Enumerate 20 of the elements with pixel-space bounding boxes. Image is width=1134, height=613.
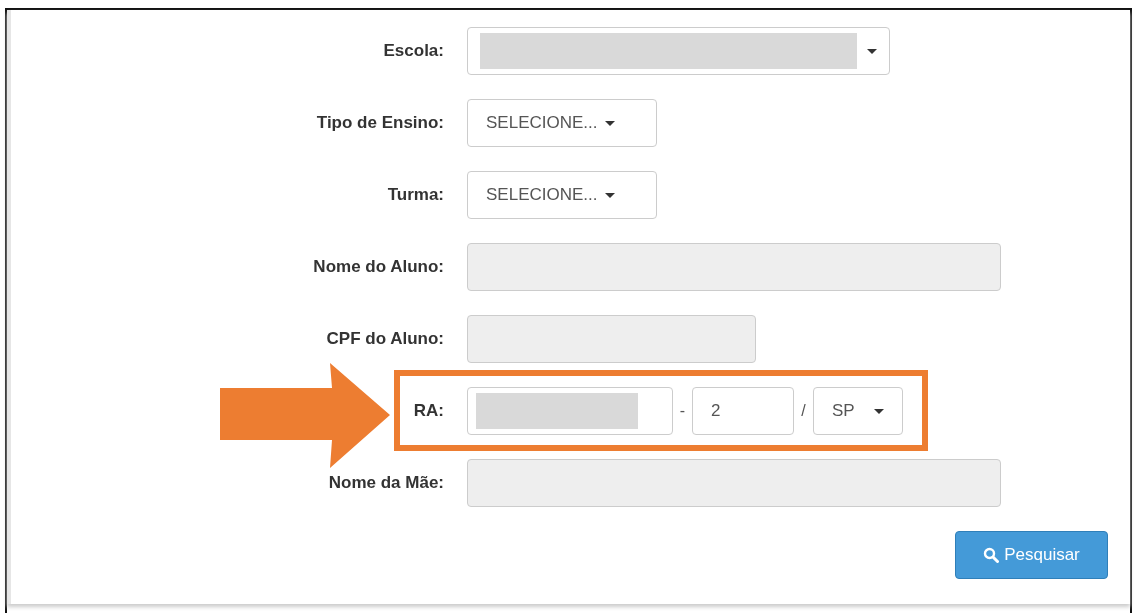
search-icon <box>983 547 1000 563</box>
field-label: Escola: <box>383 41 444 61</box>
caret-icon <box>605 192 616 198</box>
field-label: Nome do Aluno: <box>313 257 444 277</box>
field-label: CPF do Aluno: <box>326 329 444 349</box>
state-select[interactable]: SP <box>813 387 903 435</box>
field-label: Turma: <box>387 185 444 205</box>
dropdown-select[interactable]: SELECIONE... <box>467 99 657 147</box>
caret-icon <box>867 48 877 54</box>
caret-icon <box>605 120 616 126</box>
separator-text: / <box>800 402 807 420</box>
caret-icon <box>874 408 884 414</box>
dropdown-select[interactable]: SELECIONE... <box>467 171 657 219</box>
field-label: RA: <box>413 401 444 421</box>
field-label: Tipo de Ensino: <box>316 113 444 133</box>
school-select[interactable] <box>467 27 890 75</box>
digit-field[interactable]: 2 <box>692 387 794 435</box>
ra-number-field[interactable] <box>467 387 673 435</box>
separator-text: - <box>678 402 687 420</box>
field-label: Nome da Mãe: <box>328 473 444 493</box>
